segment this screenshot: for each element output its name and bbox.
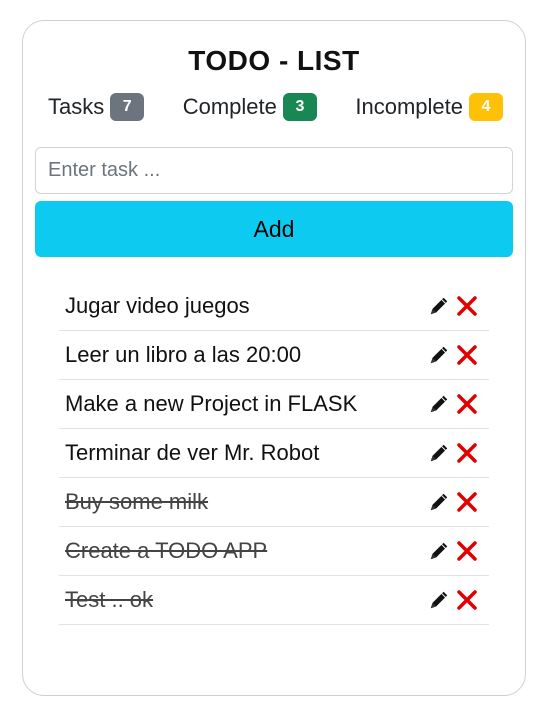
- task-actions: [427, 490, 479, 514]
- task-item: Test .. ok: [59, 576, 489, 625]
- stat-incomplete: Incomplete 4: [355, 93, 503, 121]
- task-item: Jugar video juegos: [59, 282, 489, 331]
- pencil-icon[interactable]: [427, 490, 451, 514]
- task-actions: [427, 539, 479, 563]
- close-icon[interactable]: [455, 588, 479, 612]
- task-actions: [427, 343, 479, 367]
- add-button[interactable]: Add: [35, 201, 513, 257]
- task-actions: [427, 294, 479, 318]
- close-icon[interactable]: [455, 294, 479, 318]
- task-text[interactable]: Make a new Project in FLASK: [65, 391, 357, 417]
- stat-complete: Complete 3: [183, 93, 317, 121]
- close-icon[interactable]: [455, 490, 479, 514]
- task-text[interactable]: Jugar video juegos: [65, 293, 250, 319]
- pencil-icon[interactable]: [427, 392, 451, 416]
- task-text[interactable]: Buy some milk: [65, 489, 208, 515]
- task-list: Jugar video juegos Leer un libro a las 20…: [59, 282, 489, 625]
- task-item: Leer un libro a las 20:00: [59, 331, 489, 380]
- page-title: TODO - LIST: [188, 45, 360, 76]
- task-text[interactable]: Create a TODO APP: [65, 538, 267, 564]
- stat-tasks-label: Tasks: [48, 94, 105, 119]
- close-icon[interactable]: [455, 392, 479, 416]
- close-icon[interactable]: [455, 441, 479, 465]
- stat-incomplete-badge: 4: [469, 93, 503, 121]
- close-icon[interactable]: [455, 539, 479, 563]
- pencil-icon[interactable]: [427, 441, 451, 465]
- pencil-icon[interactable]: [427, 343, 451, 367]
- stat-complete-badge: 3: [282, 93, 317, 121]
- task-text[interactable]: Test .. ok: [65, 587, 153, 613]
- pencil-icon[interactable]: [427, 588, 451, 612]
- task-item: Create a TODO APP: [59, 527, 489, 576]
- task-text[interactable]: Leer un libro a las 20:00: [65, 342, 301, 368]
- task-actions: [427, 588, 479, 612]
- task-actions: [427, 441, 479, 465]
- pencil-icon[interactable]: [427, 539, 451, 563]
- todo-card: TODO - LIST Tasks 7 Complete 3 Incomplet…: [22, 20, 526, 696]
- stat-tasks-badge: 7: [110, 93, 145, 121]
- stats-bar: Tasks 7 Complete 3 Incomplete 4: [48, 93, 503, 121]
- stat-incomplete-label: Incomplete: [355, 94, 463, 119]
- close-icon[interactable]: [455, 343, 479, 367]
- task-item: Terminar de ver Mr. Robot: [59, 429, 489, 478]
- task-actions: [427, 392, 479, 416]
- task-input[interactable]: [35, 147, 513, 194]
- task-item: Buy some milk: [59, 478, 489, 527]
- task-text[interactable]: Terminar de ver Mr. Robot: [65, 440, 319, 466]
- stat-tasks: Tasks 7: [48, 93, 145, 121]
- pencil-icon[interactable]: [427, 294, 451, 318]
- stat-complete-label: Complete: [182, 94, 277, 119]
- task-item: Make a new Project in FLASK: [59, 380, 489, 429]
